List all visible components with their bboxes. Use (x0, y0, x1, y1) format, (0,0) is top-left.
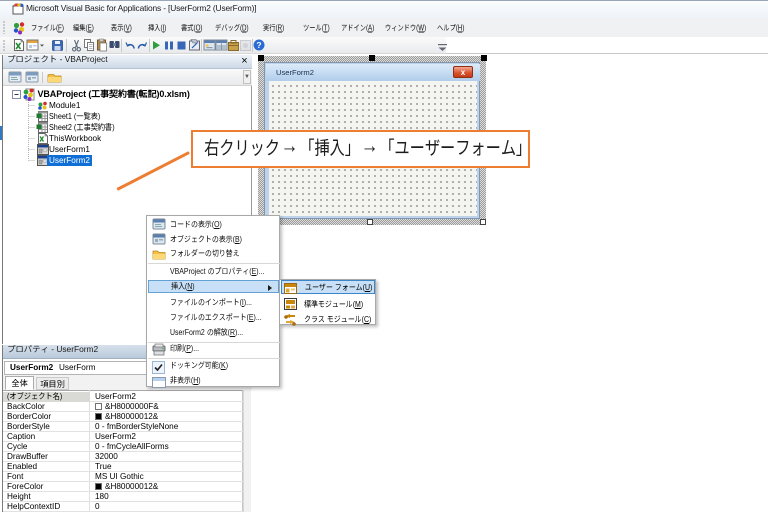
svg-text:?: ? (256, 40, 261, 50)
